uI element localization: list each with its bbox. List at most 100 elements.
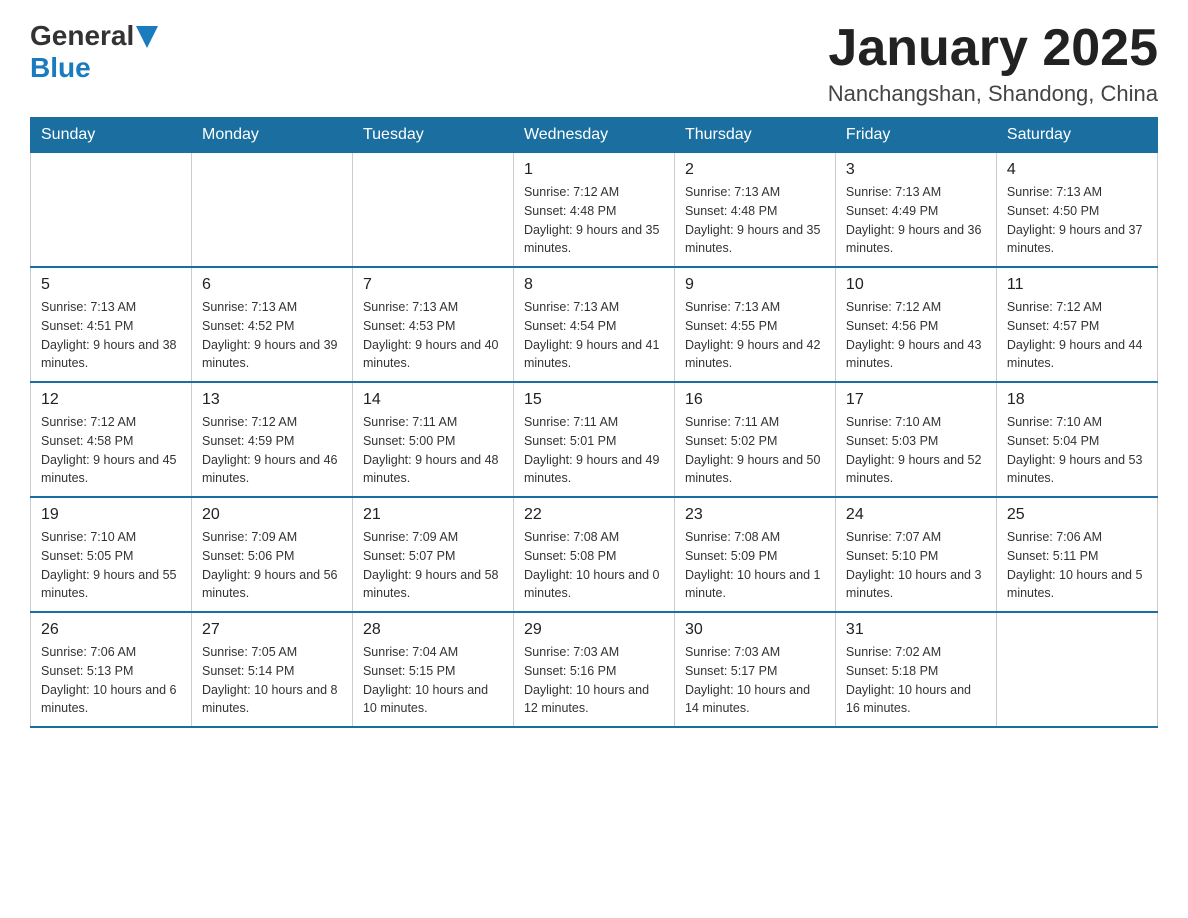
day-cell: 8 Sunrise: 7:13 AM Sunset: 4:54 PM Daylig… <box>513 267 674 382</box>
col-tuesday: Tuesday <box>352 118 513 153</box>
day-info: Sunrise: 7:12 AM Sunset: 4:56 PM Dayligh… <box>846 298 986 373</box>
day-cell: 18Sunrise: 7:10 AM Sunset: 5:04 PM Dayli… <box>996 382 1157 497</box>
day-info: Sunrise: 7:13 AM Sunset: 4:54 PM Dayligh… <box>524 298 664 373</box>
day-number: 1 <box>524 161 664 179</box>
day-info: Sunrise: 7:08 AM Sunset: 5:09 PM Dayligh… <box>685 528 825 603</box>
day-info: Sunrise: 7:05 AM Sunset: 5:14 PM Dayligh… <box>202 643 342 718</box>
day-cell: 6 Sunrise: 7:13 AM Sunset: 4:52 PM Daylig… <box>191 267 352 382</box>
day-number: 19 <box>41 506 181 524</box>
day-info: Sunrise: 7:02 AM Sunset: 5:18 PM Dayligh… <box>846 643 986 718</box>
week-row-3: 12 Sunrise: 7:12 AM Sunset: 4:58 PM Dayli… <box>31 382 1158 497</box>
calendar-header: Sunday Monday Tuesday Wednesday Thursday… <box>31 118 1158 153</box>
day-cell: 16Sunrise: 7:11 AM Sunset: 5:02 PM Dayli… <box>674 382 835 497</box>
day-info: Sunrise: 7:10 AM Sunset: 5:05 PM Dayligh… <box>41 528 181 603</box>
day-cell: 29Sunrise: 7:03 AM Sunset: 5:16 PM Dayli… <box>513 612 674 727</box>
day-info: Sunrise: 7:12 AM Sunset: 4:48 PM Dayligh… <box>524 183 664 258</box>
day-number: 25 <box>1007 506 1147 524</box>
day-number: 23 <box>685 506 825 524</box>
day-info: Sunrise: 7:12 AM Sunset: 4:59 PM Dayligh… <box>202 413 342 488</box>
day-number: 7 <box>363 276 503 294</box>
day-cell <box>352 153 513 268</box>
day-number: 4 <box>1007 161 1147 179</box>
day-number: 17 <box>846 391 986 409</box>
day-info: Sunrise: 7:08 AM Sunset: 5:08 PM Dayligh… <box>524 528 664 603</box>
day-cell: 23 Sunrise: 7:08 AM Sunset: 5:09 PM Dayli… <box>674 497 835 612</box>
day-info: Sunrise: 7:13 AM Sunset: 4:55 PM Dayligh… <box>685 298 825 373</box>
logo-general-text: General <box>30 20 134 52</box>
title-block: January 2025 Nanchangshan, Shandong, Chi… <box>828 20 1158 107</box>
day-info: Sunrise: 7:11 AM Sunset: 5:01 PM Dayligh… <box>524 413 664 488</box>
week-row-4: 19 Sunrise: 7:10 AM Sunset: 5:05 PM Dayli… <box>31 497 1158 612</box>
week-row-5: 26 Sunrise: 7:06 AM Sunset: 5:13 PM Dayli… <box>31 612 1158 727</box>
day-cell: 11Sunrise: 7:12 AM Sunset: 4:57 PM Dayli… <box>996 267 1157 382</box>
day-cell: 20Sunrise: 7:09 AM Sunset: 5:06 PM Dayli… <box>191 497 352 612</box>
day-cell: 14 Sunrise: 7:11 AM Sunset: 5:00 PM Dayli… <box>352 382 513 497</box>
day-info: Sunrise: 7:03 AM Sunset: 5:17 PM Dayligh… <box>685 643 825 718</box>
day-cell: 26 Sunrise: 7:06 AM Sunset: 5:13 PM Dayli… <box>31 612 192 727</box>
day-cell: 22 Sunrise: 7:08 AM Sunset: 5:08 PM Dayli… <box>513 497 674 612</box>
day-cell <box>996 612 1157 727</box>
day-info: Sunrise: 7:06 AM Sunset: 5:13 PM Dayligh… <box>41 643 181 718</box>
day-cell: 31 Sunrise: 7:02 AM Sunset: 5:18 PM Dayli… <box>835 612 996 727</box>
location-subtitle: Nanchangshan, Shandong, China <box>828 81 1158 107</box>
day-info: Sunrise: 7:11 AM Sunset: 5:00 PM Dayligh… <box>363 413 503 488</box>
day-cell: 1 Sunrise: 7:12 AM Sunset: 4:48 PM Daylig… <box>513 153 674 268</box>
day-number: 14 <box>363 391 503 409</box>
day-number: 2 <box>685 161 825 179</box>
day-number: 31 <box>846 621 986 639</box>
day-cell: 3Sunrise: 7:13 AM Sunset: 4:49 PM Daylig… <box>835 153 996 268</box>
week-row-2: 5Sunrise: 7:13 AM Sunset: 4:51 PM Daylig… <box>31 267 1158 382</box>
header-row: Sunday Monday Tuesday Wednesday Thursday… <box>31 118 1158 153</box>
day-info: Sunrise: 7:13 AM Sunset: 4:53 PM Dayligh… <box>363 298 503 373</box>
day-number: 22 <box>524 506 664 524</box>
day-number: 8 <box>524 276 664 294</box>
day-number: 28 <box>363 621 503 639</box>
day-number: 6 <box>202 276 342 294</box>
calendar-table: Sunday Monday Tuesday Wednesday Thursday… <box>30 117 1158 728</box>
logo: General Blue <box>30 20 158 84</box>
logo-icon: General Blue <box>30 20 158 84</box>
month-title: January 2025 <box>828 20 1158 77</box>
day-cell: 28 Sunrise: 7:04 AM Sunset: 5:15 PM Dayli… <box>352 612 513 727</box>
day-number: 26 <box>41 621 181 639</box>
day-info: Sunrise: 7:11 AM Sunset: 5:02 PM Dayligh… <box>685 413 825 488</box>
col-saturday: Saturday <box>996 118 1157 153</box>
day-cell: 24Sunrise: 7:07 AM Sunset: 5:10 PM Dayli… <box>835 497 996 612</box>
day-cell: 30 Sunrise: 7:03 AM Sunset: 5:17 PM Dayli… <box>674 612 835 727</box>
day-cell: 13Sunrise: 7:12 AM Sunset: 4:59 PM Dayli… <box>191 382 352 497</box>
col-friday: Friday <box>835 118 996 153</box>
day-number: 20 <box>202 506 342 524</box>
day-info: Sunrise: 7:13 AM Sunset: 4:51 PM Dayligh… <box>41 298 181 373</box>
day-info: Sunrise: 7:06 AM Sunset: 5:11 PM Dayligh… <box>1007 528 1147 603</box>
day-number: 12 <box>41 391 181 409</box>
day-number: 29 <box>524 621 664 639</box>
day-info: Sunrise: 7:12 AM Sunset: 4:58 PM Dayligh… <box>41 413 181 488</box>
day-cell: 15 Sunrise: 7:11 AM Sunset: 5:01 PM Dayli… <box>513 382 674 497</box>
day-number: 15 <box>524 391 664 409</box>
logo-blue-text: Blue <box>30 52 91 83</box>
day-info: Sunrise: 7:13 AM Sunset: 4:52 PM Dayligh… <box>202 298 342 373</box>
day-cell: 2 Sunrise: 7:13 AM Sunset: 4:48 PM Daylig… <box>674 153 835 268</box>
day-info: Sunrise: 7:04 AM Sunset: 5:15 PM Dayligh… <box>363 643 503 718</box>
day-number: 11 <box>1007 276 1147 294</box>
day-number: 10 <box>846 276 986 294</box>
day-info: Sunrise: 7:10 AM Sunset: 5:04 PM Dayligh… <box>1007 413 1147 488</box>
day-cell: 19 Sunrise: 7:10 AM Sunset: 5:05 PM Dayli… <box>31 497 192 612</box>
day-number: 30 <box>685 621 825 639</box>
day-cell: 12 Sunrise: 7:12 AM Sunset: 4:58 PM Dayli… <box>31 382 192 497</box>
col-wednesday: Wednesday <box>513 118 674 153</box>
day-info: Sunrise: 7:10 AM Sunset: 5:03 PM Dayligh… <box>846 413 986 488</box>
day-cell: 27 Sunrise: 7:05 AM Sunset: 5:14 PM Dayli… <box>191 612 352 727</box>
day-cell <box>31 153 192 268</box>
day-number: 27 <box>202 621 342 639</box>
col-sunday: Sunday <box>31 118 192 153</box>
day-info: Sunrise: 7:13 AM Sunset: 4:49 PM Dayligh… <box>846 183 986 258</box>
col-thursday: Thursday <box>674 118 835 153</box>
day-cell: 25 Sunrise: 7:06 AM Sunset: 5:11 PM Dayli… <box>996 497 1157 612</box>
day-number: 24 <box>846 506 986 524</box>
day-info: Sunrise: 7:13 AM Sunset: 4:50 PM Dayligh… <box>1007 183 1147 258</box>
day-info: Sunrise: 7:09 AM Sunset: 5:07 PM Dayligh… <box>363 528 503 603</box>
day-cell: 4 Sunrise: 7:13 AM Sunset: 4:50 PM Daylig… <box>996 153 1157 268</box>
col-monday: Monday <box>191 118 352 153</box>
day-info: Sunrise: 7:13 AM Sunset: 4:48 PM Dayligh… <box>685 183 825 258</box>
